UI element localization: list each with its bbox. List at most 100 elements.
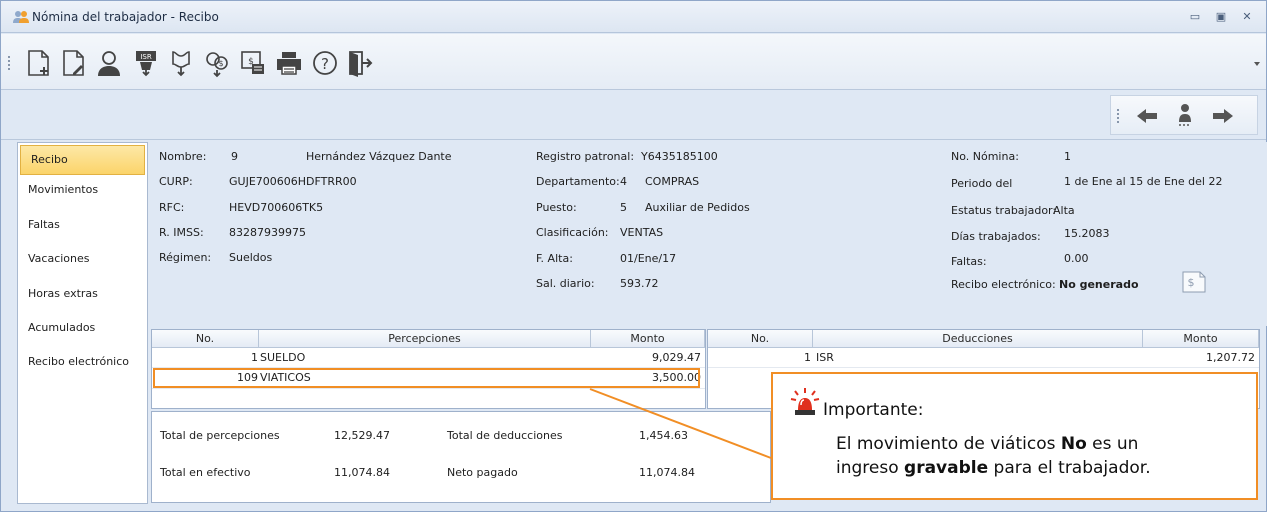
exit-icon[interactable]: [345, 48, 375, 78]
title-bar: Nómina del trabajador - Recibo ▭ ▣ ✕: [1, 1, 1266, 33]
callout-body: El movimiento de viáticos No es un ingre…: [836, 432, 1256, 480]
deducciones-header-no[interactable]: No.: [708, 330, 813, 348]
dias-value: 15.2083: [1064, 227, 1110, 240]
window-title: Nómina del trabajador - Recibo: [32, 10, 219, 24]
new-document-icon[interactable]: [23, 48, 53, 78]
sidebar-item-acumulados[interactable]: Acumulados: [18, 314, 147, 344]
sidebar: Recibo Movimientos Faltas Vacaciones Hor…: [17, 142, 148, 504]
callout-text: es un: [1086, 434, 1139, 454]
minimize-button[interactable]: ▭: [1186, 8, 1204, 26]
sidebar-item-faltas[interactable]: Faltas: [18, 211, 147, 241]
recibo-electronico-label: Recibo electrónico:: [951, 278, 1056, 291]
callout-title: Importante:: [823, 400, 924, 420]
alta-label: F. Alta:: [536, 252, 573, 265]
record-navigation-bar: [1, 91, 1266, 140]
clasificacion-value: VENTAS: [620, 226, 664, 239]
regimen-value: Sueldos: [229, 251, 273, 264]
deduccion-monto: 1,207.72: [1206, 351, 1255, 364]
regimen-label: Régimen:: [159, 251, 212, 264]
employees-icon: [13, 11, 29, 23]
percepcion-concepto: SUELDO: [260, 351, 306, 364]
neto-pagado-label: Neto pagado: [447, 466, 518, 479]
departamento-number: 4: [620, 175, 627, 188]
periodo-label: Periodo del: [951, 177, 1013, 190]
faltas-label: Faltas:: [951, 255, 987, 268]
percepciones-header-concepto[interactable]: Percepciones: [259, 330, 591, 348]
callout-text: ingreso: [836, 458, 905, 478]
row-divider: [152, 388, 705, 389]
departamento-label: Departamento:: [536, 175, 620, 188]
svg-text:$: $: [1188, 276, 1195, 289]
help-icon[interactable]: ?: [310, 48, 340, 78]
viaticos-highlight: [153, 368, 700, 388]
record-navigation: [1110, 95, 1258, 135]
recibo-electronico-status: No generado: [1059, 278, 1139, 291]
percepciones-header-no[interactable]: No.: [152, 330, 259, 348]
estatus-label: Estatus trabajador:: [951, 204, 1057, 217]
total-efectivo-value: 11,074.84: [334, 466, 390, 479]
total-deducciones-value: 1,454.63: [639, 429, 688, 442]
maximize-button[interactable]: ▣: [1212, 8, 1230, 26]
deduccion-concepto: ISR: [816, 351, 834, 364]
deduccion-no: 1: [804, 351, 811, 364]
svg-text:$: $: [218, 59, 223, 68]
sidebar-item-recibo-electronico[interactable]: Recibo electrónico: [18, 348, 147, 378]
sidebar-item-recibo[interactable]: Recibo: [20, 145, 145, 175]
faltas-value: 0.00: [1064, 252, 1089, 265]
sidebar-item-movimientos[interactable]: Movimientos: [18, 176, 147, 206]
deducciones-header-monto[interactable]: Monto: [1143, 330, 1259, 348]
periodo-value: 1 de Ene al 15 de Ene del 22: [1064, 175, 1223, 188]
previous-arrow-icon[interactable]: [1133, 102, 1161, 130]
totals-panel: Total de percepciones 12,529.47 Total de…: [151, 411, 771, 503]
edit-document-icon[interactable]: [58, 48, 88, 78]
puesto-number: 5: [620, 201, 627, 214]
sidebar-item-horas-extras[interactable]: Horas extras: [18, 280, 147, 310]
percepcion-monto: 9,029.47: [652, 351, 701, 364]
toolbar-overflow-icon[interactable]: [1252, 56, 1262, 70]
estatus-value: Alta: [1053, 204, 1075, 217]
money-icon[interactable]: $: [202, 48, 232, 78]
alta-value: 01/Ene/17: [620, 252, 677, 265]
employee-info-panel: Nombre: 9 Hernández Vázquez Dante CURP: …: [151, 142, 1267, 326]
svg-text:ISR: ISR: [140, 53, 152, 61]
toolbar: ISR $ $ ?: [1, 34, 1266, 90]
toolbar-grip[interactable]: [8, 56, 10, 70]
sidebar-item-vacaciones[interactable]: Vacaciones: [18, 245, 147, 275]
print-icon[interactable]: [274, 48, 304, 78]
imss-value: 83287939975: [229, 226, 306, 239]
callout-text: para el trabajador.: [988, 458, 1151, 478]
callout-emphasis: gravable: [904, 458, 989, 478]
registro-label: Registro patronal:: [536, 150, 635, 163]
clasificacion-label: Clasificación:: [536, 226, 609, 239]
nomina-value: 1: [1064, 150, 1071, 163]
deducciones-header-concepto[interactable]: Deducciones: [813, 330, 1143, 348]
nomina-label: No. Nómina:: [951, 150, 1019, 163]
departamento-value: COMPRAS: [645, 175, 700, 188]
nav-grip[interactable]: [1117, 109, 1119, 123]
receipt-download-icon[interactable]: [166, 48, 196, 78]
invoice-icon[interactable]: $: [238, 48, 268, 78]
salario-value: 593.72: [620, 277, 659, 290]
curp-value: GUJE700606HDFTRR00: [229, 175, 357, 188]
salario-label: Sal. diario:: [536, 277, 595, 290]
employee-select-icon[interactable]: [1171, 102, 1199, 130]
puesto-value: Auxiliar de Pedidos: [645, 201, 750, 214]
rfc-label: RFC:: [159, 201, 185, 214]
imss-label: R. IMSS:: [159, 226, 204, 239]
callout-text: El movimiento de viáticos: [836, 434, 1061, 454]
close-button[interactable]: ✕: [1238, 8, 1256, 26]
percepcion-no: 1: [251, 351, 258, 364]
electronic-receipt-icon[interactable]: $: [1181, 270, 1207, 294]
isr-icon[interactable]: ISR: [131, 48, 161, 78]
dias-label: Días trabajados:: [951, 230, 1041, 243]
importante-callout: Importante: El movimiento de viáticos No…: [771, 372, 1258, 500]
percepciones-header-monto[interactable]: Monto: [591, 330, 705, 348]
puesto-label: Puesto:: [536, 201, 577, 214]
total-percepciones-value: 12,529.47: [334, 429, 390, 442]
rfc-value: HEVD700606TK5: [229, 201, 324, 214]
employee-icon[interactable]: [94, 48, 124, 78]
nombre-label: Nombre:: [159, 150, 207, 163]
row-divider: [708, 367, 1259, 368]
total-efectivo-label: Total en efectivo: [160, 466, 251, 479]
next-arrow-icon[interactable]: [1209, 102, 1237, 130]
